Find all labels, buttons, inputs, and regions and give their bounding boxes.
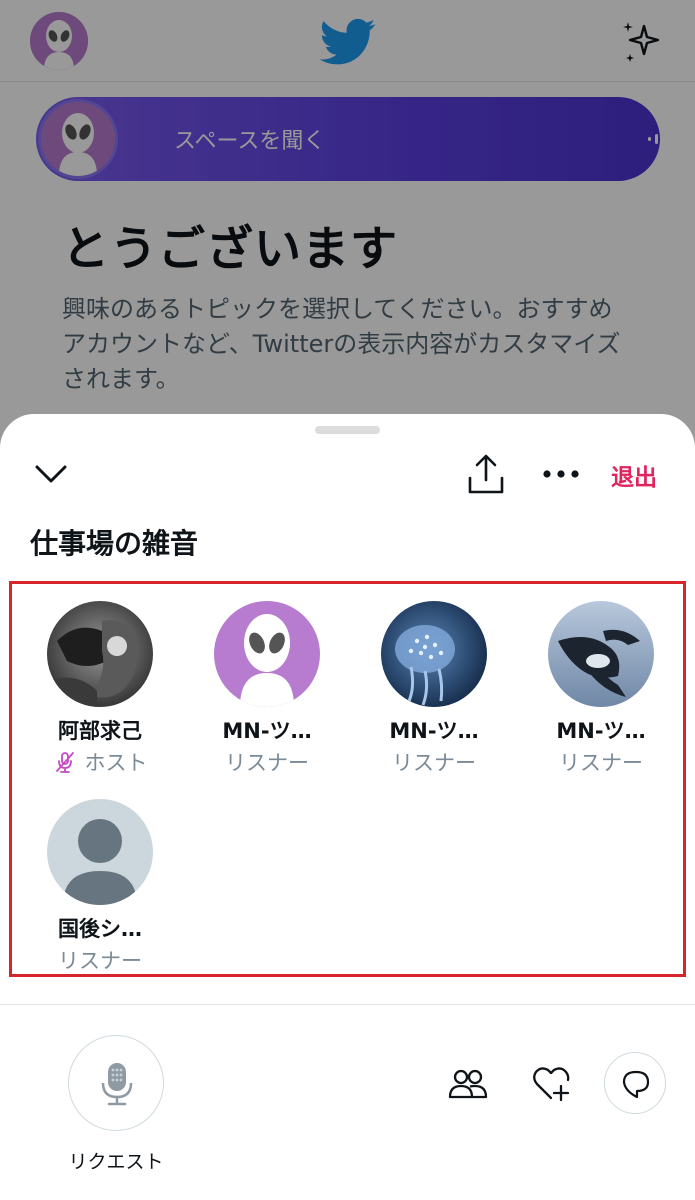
participant-avatar	[548, 601, 654, 707]
request-label: リクエスト	[68, 1151, 164, 1173]
participant-card[interactable]: 阿部求己 ホスト	[17, 601, 183, 777]
space-bottom-sheet: 退出 仕事場の雑音 阿部求己 ホスト MN-ツ… リスナー MN-ツ… リスナー…	[0, 414, 695, 1200]
participant-name: 阿部求己	[58, 719, 142, 743]
microphone-icon	[101, 1063, 133, 1106]
participant-role: リスナー	[559, 751, 643, 775]
participant-card[interactable]: MN-ツ… リスナー	[351, 601, 517, 777]
people-icon[interactable]	[448, 1064, 488, 1104]
speech-bubble-icon	[622, 1070, 650, 1099]
participant-card[interactable]: MN-ツ… リスナー	[184, 601, 350, 777]
penguin-photo-icon	[548, 601, 654, 707]
more-options-icon[interactable]	[538, 458, 584, 490]
heart-plus-icon[interactable]	[530, 1062, 572, 1104]
participant-role: リスナー	[58, 949, 142, 973]
microphone-muted-icon	[55, 752, 74, 773]
share-icon[interactable]	[462, 450, 510, 498]
photo-avatar-icon	[47, 601, 153, 707]
alien-avatar-icon	[214, 601, 320, 707]
default-avatar-icon	[47, 799, 153, 905]
leave-button[interactable]: 退出	[611, 458, 657, 492]
participants-grid: 阿部求己 ホスト MN-ツ… リスナー MN-ツ… リスナー MN-ツ… リスナ…	[9, 581, 686, 977]
request-mic-button[interactable]	[68, 1035, 164, 1131]
participant-avatar	[381, 601, 487, 707]
reply-button[interactable]	[604, 1052, 666, 1114]
participant-role: リスナー	[225, 751, 309, 775]
jellyfish-photo-icon	[381, 601, 487, 707]
participant-role: ホスト	[17, 747, 183, 777]
participant-name: MN-ツ…	[222, 719, 312, 743]
participant-avatar	[47, 799, 153, 905]
participant-name: 国後シ…	[58, 917, 142, 941]
participant-role: リスナー	[392, 751, 476, 775]
participant-avatar	[214, 601, 320, 707]
participant-card[interactable]: MN-ツ… リスナー	[518, 601, 684, 777]
sheet-divider	[0, 1004, 695, 1005]
sheet-grabber-handle[interactable]	[315, 426, 380, 434]
participant-name: MN-ツ…	[556, 719, 646, 743]
participant-role-label: ホスト	[84, 751, 148, 775]
chevron-down-icon[interactable]	[30, 456, 72, 492]
participant-name: MN-ツ…	[389, 719, 479, 743]
participant-avatar	[47, 601, 153, 707]
space-title: 仕事場の雑音	[30, 527, 199, 560]
participant-card[interactable]: 国後シ… リスナー	[17, 799, 183, 975]
